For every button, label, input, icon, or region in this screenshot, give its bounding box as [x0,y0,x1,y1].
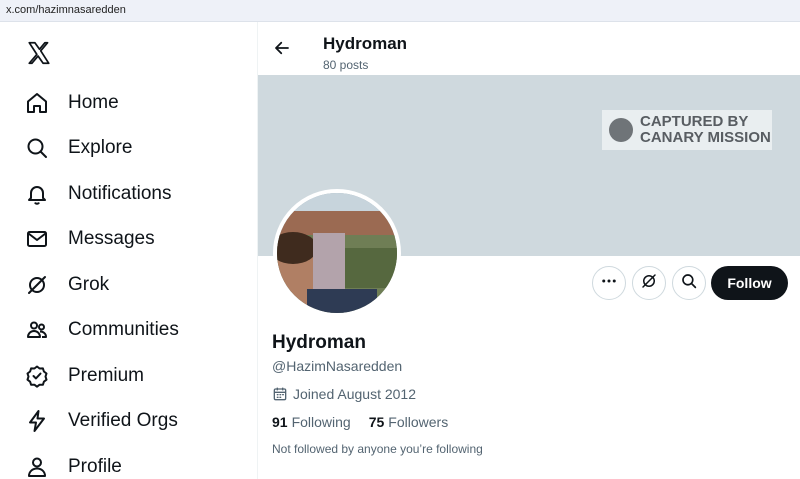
bell-icon [24,181,50,207]
search-profile-button[interactable] [672,266,706,300]
follow-stats: 91 Following 75 Followers [272,414,466,430]
followed-by-note: Not followed by anyone you’re following [272,442,483,456]
sidebar-item-premium[interactable]: Premium [24,361,144,391]
followers-link[interactable]: 75 Followers [369,414,448,430]
sidebar-item-label: Profile [68,456,122,477]
grok-icon [24,272,50,298]
watermark-line-1: CAPTURED BY [640,113,749,130]
sidebar-item-label: Messages [68,228,155,249]
followers-count: 75 [368,414,385,430]
profile-handle: @HazimNasaredden [272,358,403,374]
browser-address-bar[interactable]: x.com/hazimnasaredden [0,0,800,22]
sidebar-item-label: Communities [68,319,179,340]
watermark-seal-icon [609,118,633,142]
grok-button[interactable] [632,266,666,300]
grok-icon [640,272,658,295]
watermark-badge: CAPTURED BY CANARY MISSION [602,110,772,150]
following-count: 91 [272,414,288,430]
sidebar-item-label: Premium [68,365,145,386]
sidebar-item-label: Explore [68,137,133,158]
avatar[interactable] [273,189,401,317]
watermark-text: CAPTURED BY CANARY MISSION [640,114,771,146]
watermark-line-2: CANARY MISSION [640,129,771,146]
envelope-icon [24,226,50,252]
calendar-icon [272,386,288,402]
joined-date: Joined August 2012 [272,385,416,403]
home-icon [24,90,50,116]
profile-display-name: Hydroman [272,332,366,353]
url-text[interactable]: x.com/hazimnasaredden [6,4,126,16]
lightning-icon [24,408,50,434]
page-title: Hydroman [323,34,408,53]
back-button[interactable] [270,38,294,62]
sidebar-item-label: Verified Orgs [68,410,178,431]
more-button[interactable] [592,266,626,300]
sidebar-item-label: Notifications [68,183,172,204]
following-label: Following [291,414,351,430]
people-icon [24,317,50,343]
sidebar-item-explore[interactable]: Explore [24,133,132,163]
more-icon [600,272,618,295]
sidebar-item-home[interactable]: Home [24,88,119,118]
sidebar-item-profile[interactable]: Profile [24,452,122,479]
sidebar: Home Explore Notifications Messages Grok… [0,22,258,479]
sidebar-item-notifications[interactable]: Notifications [24,179,172,209]
follow-button[interactable]: Follow [711,266,788,300]
followers-label: Followers [388,414,449,430]
sidebar-item-label: Home [68,92,119,113]
back-arrow-icon [273,39,291,62]
profile-main: Hydroman 80 posts CAPTURED BY CANARY MIS… [258,22,800,479]
sidebar-item-messages[interactable]: Messages [24,224,155,254]
search-icon [24,135,50,161]
post-count: 80 posts [323,58,369,72]
verified-badge-icon [24,363,50,389]
person-icon [24,454,50,479]
sidebar-item-label: Grok [68,274,110,295]
joined-text: Joined August 2012 [293,386,416,402]
sidebar-item-verified-orgs[interactable]: Verified Orgs [24,406,178,436]
x-logo-icon[interactable] [26,40,52,66]
sidebar-item-communities[interactable]: Communities [24,315,179,345]
search-icon [680,272,698,295]
sidebar-item-grok[interactable]: Grok [24,270,109,300]
following-link[interactable]: 91 Following [272,414,351,430]
profile-header-bar: Hydroman 80 posts [258,22,800,75]
